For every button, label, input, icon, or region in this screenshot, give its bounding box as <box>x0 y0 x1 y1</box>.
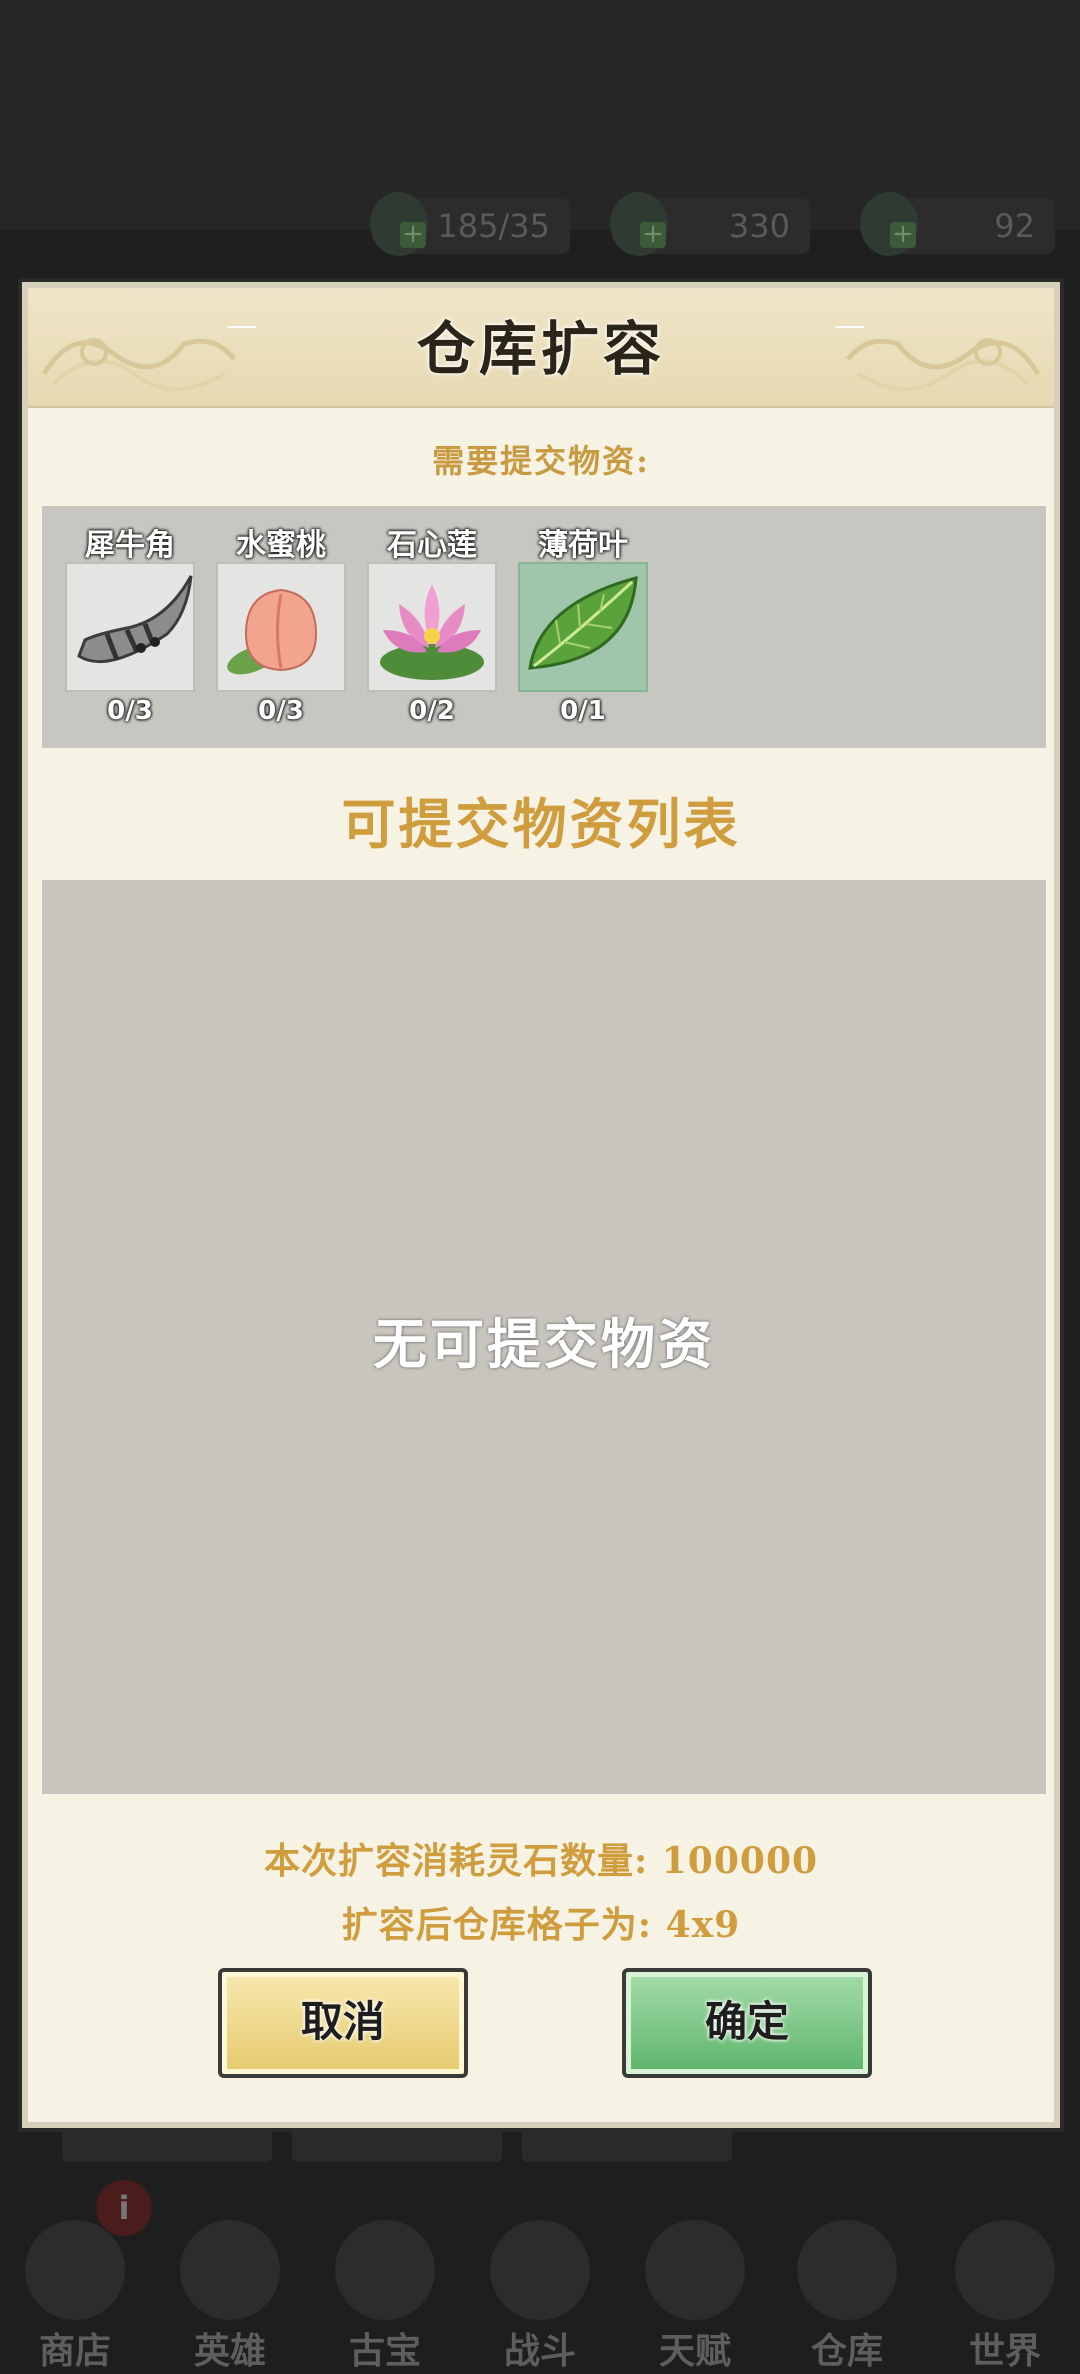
yin-yang-icon <box>490 2220 590 2320</box>
meditation-icon <box>645 2220 745 2320</box>
plus-icon[interactable]: + <box>640 221 666 248</box>
required-item[interactable]: 石心莲 0/2 <box>364 506 500 748</box>
submittable-list-panel[interactable]: 无可提交物资 <box>42 880 1046 1794</box>
required-items-panel: 犀牛角 0/3 水蜜桃 0/3 石心莲 0/2 薄荷叶 0/1 <box>42 506 1046 748</box>
required-item[interactable]: 犀牛角 0/3 <box>62 506 198 748</box>
resource-stones[interactable]: + 92 <box>860 192 1055 256</box>
mint-leaf-icon <box>518 562 648 692</box>
nav-battle[interactable]: 战斗 <box>475 2200 605 2372</box>
required-materials-label: 需要提交物资: <box>432 442 650 480</box>
cancel-button[interactable]: 取消 <box>218 1968 468 2078</box>
resource-energy[interactable]: + 185/35 <box>370 192 570 256</box>
nav-treasure[interactable]: 古宝 <box>320 2200 450 2372</box>
hero-icon <box>180 2220 280 2320</box>
empty-state-text: 无可提交物资 <box>373 1312 715 1376</box>
peach-icon <box>216 562 346 692</box>
bottom-nav: 商店 英雄 古宝 战斗 天赋 仓库 世界 <box>0 2200 1080 2372</box>
rhino-horn-icon <box>65 562 195 692</box>
plus-icon[interactable]: + <box>890 221 916 248</box>
notification-badge: i <box>96 2180 152 2236</box>
shop-pagoda-icon <box>25 2220 125 2320</box>
submittable-list-title: 可提交物资列表 <box>341 792 741 856</box>
result-text: 扩容后仓库格子为: 4x9 <box>341 1904 741 1946</box>
nav-hero[interactable]: 英雄 <box>165 2200 295 2372</box>
confirm-button[interactable]: 确定 <box>622 1968 872 2078</box>
plus-icon[interactable]: + <box>400 221 426 248</box>
required-item[interactable]: 薄荷叶 0/1 <box>515 506 651 748</box>
nav-storage[interactable]: 仓库 <box>782 2200 912 2372</box>
cost-text: 本次扩容消耗灵石数量: 100000 <box>263 1840 819 1882</box>
nav-world[interactable]: 世界 <box>940 2200 1070 2372</box>
resource-bar: + 185/35 + 330 + 92 <box>0 192 1080 258</box>
required-item[interactable]: 水蜜桃 0/3 <box>213 506 349 748</box>
dialog-title: 仓库扩容 <box>416 315 665 383</box>
dialog-header: 仓库扩容 <box>28 288 1054 408</box>
top-bar-background <box>0 0 1080 230</box>
lotus-icon <box>367 562 497 692</box>
cloud-world-icon <box>955 2220 1055 2320</box>
nav-talent[interactable]: 天赋 <box>630 2200 760 2372</box>
gourd-icon <box>335 2220 435 2320</box>
resource-coins[interactable]: + 330 <box>610 192 810 256</box>
storage-expand-dialog: 仓库扩容 需要提交物资: 犀牛角 0/3 水蜜桃 0/3 石心莲 0/2 薄荷叶… <box>22 282 1060 2128</box>
storage-bag-icon <box>797 2220 897 2320</box>
